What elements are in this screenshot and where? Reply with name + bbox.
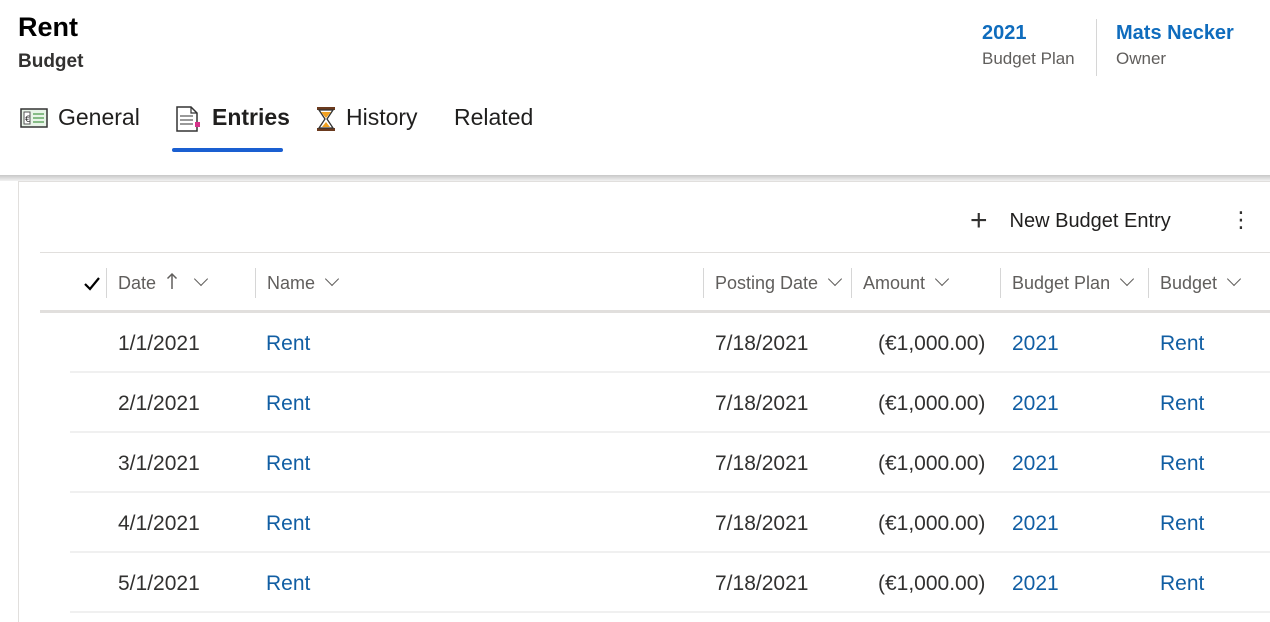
column-divider — [851, 268, 852, 298]
cell-name-link[interactable]: Rent — [266, 451, 310, 477]
row-divider — [70, 611, 1270, 613]
chevron-down-icon — [1120, 271, 1135, 287]
column-header-budget[interactable]: Budget — [1160, 268, 1242, 298]
cell-budget-link[interactable]: Rent — [1160, 391, 1204, 417]
cell-name-link[interactable]: Rent — [266, 331, 310, 357]
chevron-down-icon — [193, 271, 209, 287]
owner-label: Owner — [1116, 49, 1167, 68]
new-budget-entry-button[interactable]: + New Budget Entry — [970, 205, 1171, 237]
cell-posting-date: 7/18/2021 — [715, 392, 809, 415]
cell-budget-link[interactable]: Rent — [1160, 571, 1204, 597]
tab-general-label: General — [58, 104, 140, 130]
record-entity: Budget — [18, 51, 84, 72]
cell-amount: (€1,000.00) — [878, 452, 986, 475]
table-row[interactable]: 5/1/2021 Rent 7/18/2021 (€1,000.00) 2021… — [0, 553, 1270, 613]
cell-posting-date: 7/18/2021 — [715, 512, 809, 535]
column-header-budget-label: Budget — [1160, 272, 1218, 293]
document-icon — [174, 106, 202, 132]
cell-budget-link[interactable]: Rent — [1160, 331, 1204, 357]
new-budget-entry-label: New Budget Entry — [1009, 209, 1171, 232]
tab-related-label: Related — [454, 104, 534, 130]
cell-budget-plan-link[interactable]: 2021 — [1012, 511, 1059, 537]
owner-link[interactable]: Mats Necker — [1116, 20, 1234, 46]
column-header-date-label: Date — [118, 272, 157, 293]
column-header-posting-date-label: Posting Date — [715, 272, 819, 293]
cell-amount: (€1,000.00) — [878, 512, 986, 535]
cell-posting-date: 7/18/2021 — [715, 572, 809, 595]
cell-budget-link[interactable]: Rent — [1160, 451, 1204, 477]
cell-date: 2/1/2021 — [118, 392, 200, 415]
cell-posting-date: 7/18/2021 — [715, 452, 809, 475]
column-divider — [1000, 268, 1001, 298]
svg-text:€: € — [25, 115, 31, 125]
column-header-date[interactable]: Date — [118, 268, 209, 298]
table-row[interactable]: 3/1/2021 Rent 7/18/2021 (€1,000.00) 2021… — [0, 433, 1270, 493]
cell-budget-link[interactable]: Rent — [1160, 511, 1204, 537]
budget-card-icon: € — [20, 106, 48, 132]
chevron-down-icon — [1226, 271, 1242, 287]
tab-history[interactable]: History — [316, 104, 418, 150]
cell-date: 1/1/2021 — [118, 332, 200, 355]
cell-budget-plan-link[interactable]: 2021 — [1012, 451, 1059, 477]
table-row[interactable]: 4/1/2021 Rent 7/18/2021 (€1,000.00) 2021… — [0, 493, 1270, 553]
column-divider — [106, 268, 107, 298]
column-header-amount[interactable]: Amount — [863, 268, 950, 298]
command-bar-divider — [40, 252, 1270, 253]
column-divider — [1148, 268, 1149, 298]
column-divider — [255, 268, 256, 298]
tab-entries[interactable]: Entries — [174, 104, 290, 150]
record-title: Rent — [18, 12, 78, 42]
more-options-icon[interactable]: ⋮ — [1230, 206, 1252, 236]
header-field-budget-plan: 2021 Budget Plan — [982, 20, 1075, 71]
cell-date: 4/1/2021 — [118, 512, 200, 535]
header-divider — [1096, 19, 1097, 76]
column-header-name[interactable]: Name — [267, 268, 340, 298]
cell-budget-plan-link[interactable]: 2021 — [1012, 571, 1059, 597]
hourglass-icon — [316, 106, 336, 132]
sort-ascending-icon — [166, 272, 178, 295]
cell-name-link[interactable]: Rent — [266, 391, 310, 417]
tab-related[interactable]: Related — [454, 104, 533, 150]
record-header: Rent Budget 2021 Budget Plan Mats Necker… — [0, 0, 1270, 175]
column-header-amount-label: Amount — [863, 272, 926, 293]
tab-history-label: History — [346, 104, 418, 130]
tab-entries-label: Entries — [212, 104, 290, 130]
budget-plan-label: Budget Plan — [982, 49, 1075, 68]
column-header-budget-plan[interactable]: Budget Plan — [1012, 268, 1135, 298]
table-row[interactable]: 2/1/2021 Rent 7/18/2021 (€1,000.00) 2021… — [0, 373, 1270, 433]
header-field-owner: Mats Necker Owner — [1116, 20, 1234, 71]
plus-icon: + — [970, 204, 988, 237]
cell-amount: (€1,000.00) — [878, 392, 986, 415]
active-tab-indicator — [172, 148, 283, 152]
cell-budget-plan-link[interactable]: 2021 — [1012, 391, 1059, 417]
cell-date: 3/1/2021 — [118, 452, 200, 475]
chevron-down-icon — [324, 271, 340, 287]
cell-posting-date: 7/18/2021 — [715, 332, 809, 355]
tab-general[interactable]: € General — [20, 104, 140, 150]
cell-name-link[interactable]: Rent — [266, 511, 310, 537]
chevron-down-icon — [827, 271, 843, 287]
column-header-posting-date[interactable]: Posting Date — [715, 268, 843, 298]
cell-amount: (€1,000.00) — [878, 332, 986, 355]
budget-plan-link[interactable]: 2021 — [982, 20, 1075, 46]
table-row[interactable]: 1/1/2021 Rent 7/18/2021 (€1,000.00) 2021… — [0, 313, 1270, 373]
tab-list: € General Entries History Related — [0, 104, 700, 154]
cell-budget-plan-link[interactable]: 2021 — [1012, 331, 1059, 357]
column-header-budget-plan-label: Budget Plan — [1012, 272, 1111, 293]
column-header-name-label: Name — [267, 272, 316, 293]
cell-name-link[interactable]: Rent — [266, 571, 310, 597]
cell-amount: (€1,000.00) — [878, 572, 986, 595]
chevron-down-icon — [934, 271, 950, 287]
select-all-checkmark-icon[interactable] — [82, 274, 102, 294]
cell-date: 5/1/2021 — [118, 572, 200, 595]
column-divider — [703, 268, 704, 298]
